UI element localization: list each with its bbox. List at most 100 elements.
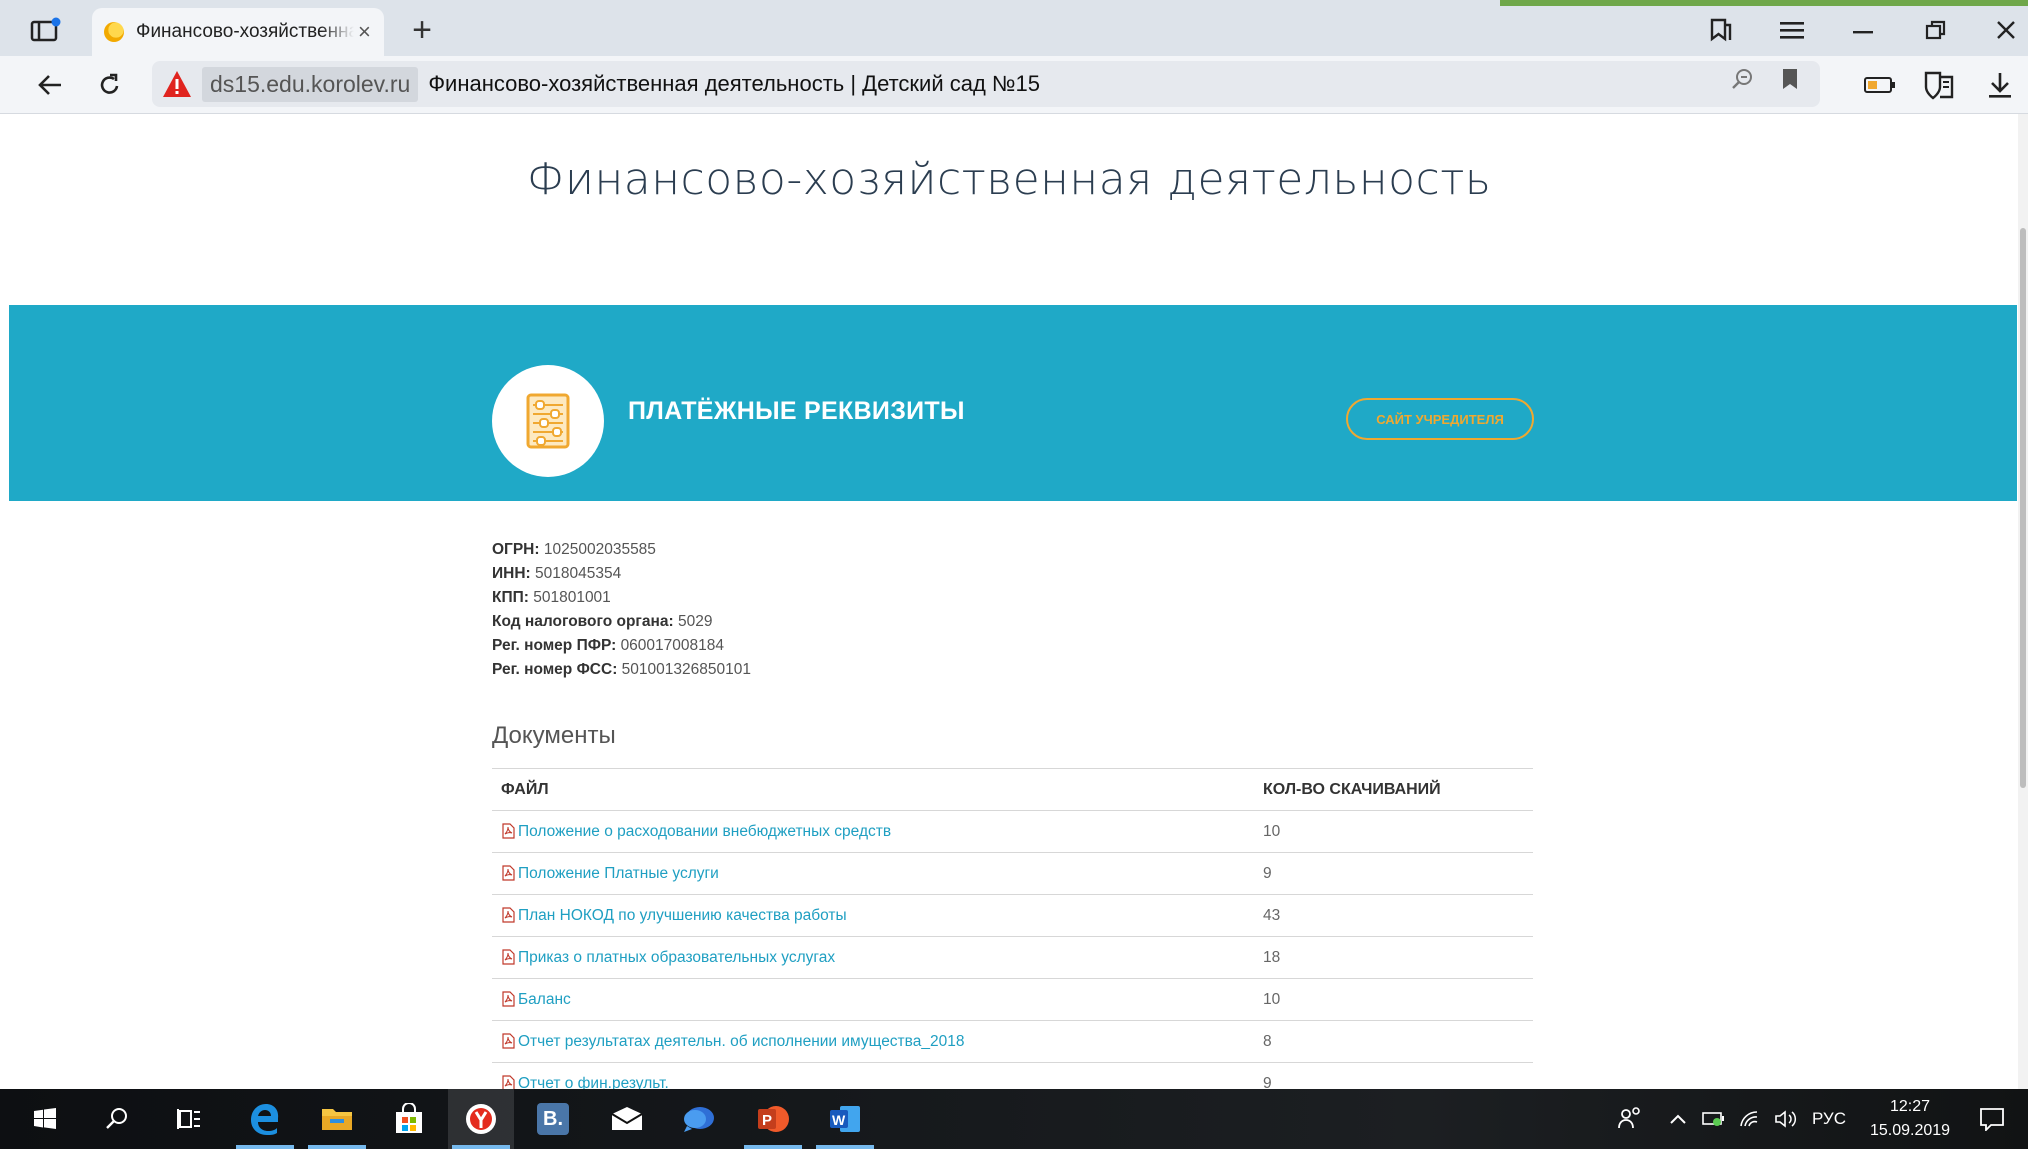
site-favicon-icon — [104, 22, 124, 42]
payment-details-banner: ПЛАТЁЖНЫЕ РЕКВИЗИТЫ Сайт учредителя — [9, 305, 2017, 501]
clock-date: 15.09.2019 — [1869, 1122, 1951, 1139]
chevron-up-icon[interactable] — [1660, 1089, 1696, 1149]
download-count: 9 — [1254, 852, 1533, 895]
file-cell: План НОКОД по улучшению качества работы — [492, 894, 1254, 937]
browser-menu-icon[interactable] — [1764, 8, 1820, 52]
mail-icon[interactable] — [594, 1089, 660, 1149]
pdf-file-icon — [501, 1032, 518, 1050]
document-link[interactable]: Баланс — [518, 991, 571, 1008]
tab-close-icon[interactable]: × — [358, 19, 371, 45]
pdf-file-icon — [501, 948, 518, 966]
close-window-icon[interactable] — [1978, 8, 2028, 52]
word-icon[interactable]: W — [812, 1089, 878, 1149]
address-domain: ds15.edu.korolev.ru — [202, 66, 419, 102]
address-bar[interactable]: ds15.edu.korolev.ru Финансово-хозяйствен… — [152, 61, 1820, 107]
bookmarks-panel-icon[interactable] — [1692, 8, 1748, 52]
downloads-icon[interactable] — [1978, 64, 2022, 106]
table-header-row: ФАЙЛ КОЛ-ВО СКАЧИВАНИЙ — [492, 768, 1533, 811]
table-row: Приказ о платных образовательных услугах… — [492, 936, 1533, 979]
volume-icon[interactable] — [1768, 1089, 1804, 1149]
download-count: 9 — [1254, 1062, 1533, 1089]
search-on-page-icon[interactable] — [1730, 67, 1754, 97]
bookmark-icon[interactable] — [1780, 67, 1800, 97]
table-row: Положение Платные услуги 9 — [492, 852, 1533, 895]
address-page-title: Финансово-хозяйственная деятельность | Д… — [428, 71, 1040, 96]
protect-icon[interactable] — [1918, 64, 1962, 106]
minimize-icon[interactable] — [1836, 8, 1892, 52]
column-header-file[interactable]: ФАЙЛ — [492, 768, 1254, 811]
file-cell: Баланс — [492, 978, 1254, 1021]
clock-time: 12:27 — [1889, 1098, 1931, 1115]
requisite-pfr: Рег. номер ПФР: 060017008184 — [492, 637, 725, 654]
table-row: Отчет результатах деятельн. об исполнени… — [492, 1020, 1533, 1063]
document-link[interactable]: Приказ о платных образовательных услугах — [518, 949, 835, 966]
edge-browser-icon[interactable] — [232, 1089, 298, 1149]
documents-table: ФАЙЛ КОЛ-ВО СКАЧИВАНИЙ Положение о расхо… — [492, 768, 1533, 1089]
requisite-ogrn: ОГРН: 1025002035585 — [492, 541, 656, 558]
requisite-tax-code: Код налогового органа: 5029 — [492, 613, 713, 630]
new-tab-button[interactable]: + — [404, 10, 440, 50]
language-indicator[interactable]: РУС — [1804, 1089, 1854, 1149]
pdf-file-icon — [501, 1074, 518, 1089]
windows-taskbar: B. P W РУС 12:27 15.09.2019 — [0, 1089, 2028, 1149]
file-cell: Отчет результатах деятельн. об исполнени… — [492, 1020, 1254, 1063]
pdf-file-icon — [501, 822, 518, 840]
tab-active[interactable]: Финансово-хозяйственная деятельность | Д… — [92, 8, 384, 56]
battery-icon[interactable] — [1696, 1089, 1732, 1149]
web-page: Финансово-хозяйственная деятельность ПЛА… — [0, 114, 2018, 1089]
document-link[interactable]: Положение Платные услуги — [518, 865, 719, 882]
table-row: Положение о расходовании внебюджетных ср… — [492, 810, 1533, 853]
download-count: 43 — [1254, 894, 1533, 937]
table-row: Баланс 10 — [492, 978, 1533, 1021]
page-scrollbar[interactable] — [2018, 114, 2028, 1089]
download-count: 10 — [1254, 978, 1533, 1021]
scrollbar-thumb[interactable] — [2020, 228, 2026, 788]
file-explorer-icon[interactable] — [304, 1089, 370, 1149]
documents-heading: Документы — [492, 722, 616, 749]
pdf-file-icon — [501, 990, 518, 1008]
document-link[interactable]: Отчет результатах деятельн. об исполнени… — [518, 1033, 964, 1050]
browser-navigation-bar: ds15.edu.korolev.ru Финансово-хозяйствен… — [0, 56, 2028, 114]
requisites-list: ОГРН: 1025002035585 ИНН: 5018045354 КПП:… — [492, 538, 751, 682]
page-title: Финансово-хозяйственная деятельность — [526, 154, 1492, 205]
requisite-kpp: КПП: 501801001 — [492, 589, 611, 606]
clock[interactable]: 12:27 15.09.2019 — [1860, 1095, 1960, 1143]
payment-details-title: ПЛАТЁЖНЫЕ РЕКВИЗИТЫ — [628, 397, 965, 425]
pdf-file-icon — [501, 864, 518, 882]
founder-site-button[interactable]: Сайт учредителя — [1346, 398, 1534, 440]
column-header-downloads[interactable]: КОЛ-ВО СКАЧИВАНИЙ — [1254, 768, 1533, 811]
table-row: План НОКОД по улучшению качества работы 4… — [492, 894, 1533, 937]
abacus-icon — [492, 365, 604, 477]
document-link[interactable]: Отчет о фин.результ. — [518, 1075, 669, 1090]
document-link[interactable]: Положение о расходовании внебюджетных ср… — [518, 823, 891, 840]
people-icon[interactable] — [1600, 1089, 1660, 1149]
task-view-icon[interactable] — [156, 1089, 222, 1149]
tab-title: Финансово-хозяйственная деятельность | Д… — [136, 21, 354, 42]
requisite-fss: Рег. номер ФСС: 501001326850101 — [492, 661, 751, 678]
file-cell: Положение о расходовании внебюджетных ср… — [492, 810, 1254, 853]
start-icon[interactable] — [12, 1089, 78, 1149]
desktop-wallpaper-edge — [1500, 0, 2028, 6]
yandex-browser-icon[interactable] — [448, 1089, 514, 1149]
document-link[interactable]: План НОКОД по улучшению качества работы — [518, 907, 847, 924]
battery-saver-icon[interactable] — [1858, 64, 1902, 106]
svg-text:P: P — [762, 1112, 772, 1129]
requisite-inn: ИНН: 5018045354 — [492, 565, 622, 582]
restore-icon[interactable] — [1908, 8, 1964, 52]
messenger-icon[interactable] — [666, 1089, 732, 1149]
search-icon[interactable] — [84, 1089, 150, 1149]
screen: Финансово-хозяйственная деятельность | Д… — [0, 0, 2028, 1149]
reload-icon[interactable] — [88, 64, 132, 106]
back-arrow-icon[interactable] — [28, 64, 72, 106]
store-icon[interactable] — [376, 1089, 442, 1149]
vk-app-icon[interactable]: B. — [520, 1089, 586, 1149]
tabs-menu-icon[interactable] — [20, 10, 72, 50]
file-cell: Приказ о платных образовательных услугах — [492, 936, 1254, 979]
browser-tab-strip: Финансово-хозяйственная деятельность | Д… — [0, 0, 2028, 56]
insecure-warning-icon[interactable] — [162, 70, 192, 98]
wifi-icon[interactable] — [1732, 1089, 1768, 1149]
notifications-icon[interactable] — [1964, 1089, 2020, 1149]
table-row: Отчет о фин.результ. 9 — [492, 1062, 1533, 1090]
download-count: 8 — [1254, 1020, 1533, 1063]
powerpoint-icon[interactable]: P — [740, 1089, 806, 1149]
